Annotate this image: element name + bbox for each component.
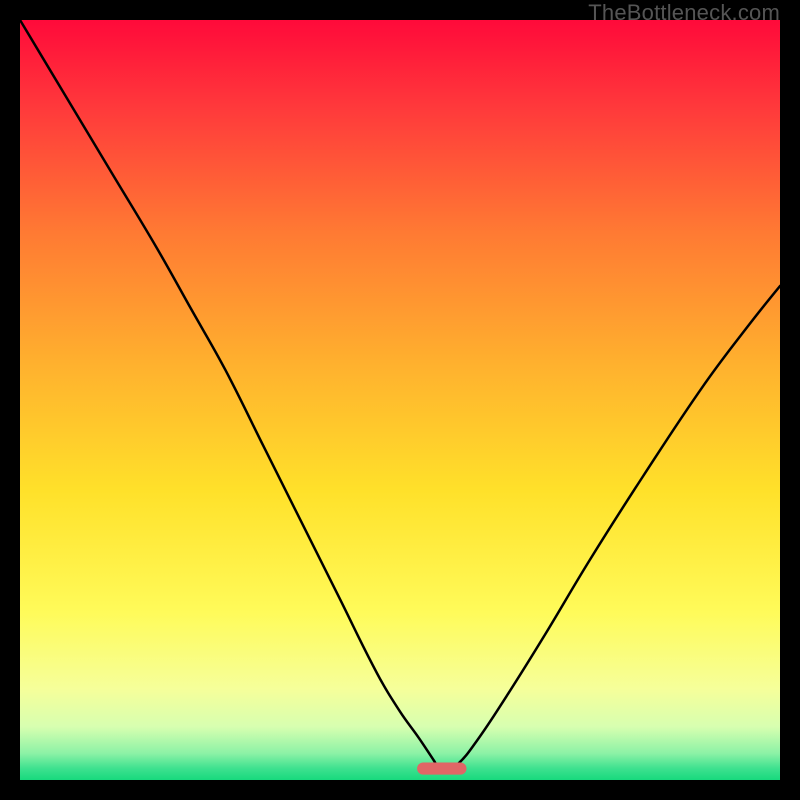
plot-area — [20, 20, 780, 780]
optimal-marker — [417, 763, 466, 775]
watermark-text: TheBottleneck.com — [588, 0, 780, 26]
bottleneck-chart — [20, 20, 780, 780]
gradient-background — [20, 20, 780, 780]
chart-frame: TheBottleneck.com — [0, 0, 800, 800]
